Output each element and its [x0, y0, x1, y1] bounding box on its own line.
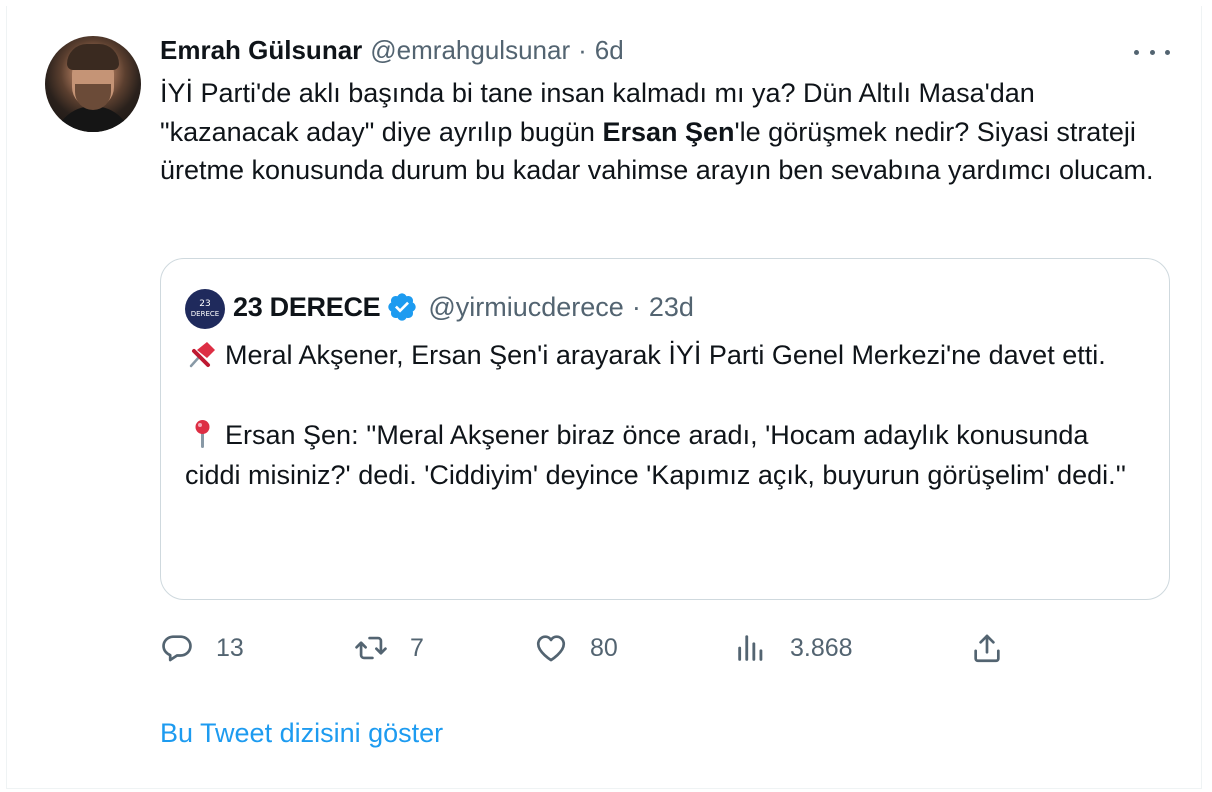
quote-header: 23 DERECE @yirmiucderece · 23d [233, 287, 694, 327]
quote-author-handle[interactable]: @yirmiucderece [428, 292, 623, 323]
avatar-hair [67, 44, 119, 70]
author-avatar[interactable] [45, 36, 141, 132]
quote-avatar-bottom: DERECE [190, 310, 220, 318]
reply-button[interactable]: 13 [160, 628, 244, 668]
quote-line-2: Ersan Şen: ''Meral Akşener biraz önce ar… [185, 420, 1126, 490]
quote-separator-dot: · [631, 291, 641, 322]
tweet-time[interactable]: 6d [595, 35, 624, 66]
avatar-beard [75, 84, 111, 110]
quote-author-name[interactable]: 23 DERECE [233, 292, 381, 323]
show-thread-link[interactable]: Bu Tweet dizisini göster [160, 718, 443, 749]
more-dot [1149, 49, 1155, 55]
pushpin-icon [189, 342, 215, 368]
tweet-header: Emrah Gülsunar @emrahgulsunar · 6d [160, 32, 624, 68]
share-icon [974, 634, 1000, 663]
quote-text: Meral Akşener, Ersan Şen'i arayarak İYİ … [185, 335, 1145, 495]
more-dot [1165, 49, 1170, 55]
share-button[interactable] [970, 628, 1004, 668]
verified-badge-icon [388, 293, 417, 321]
action-bar: 13 7 80 3.868 [160, 628, 1020, 668]
retweet-button[interactable]: 7 [354, 628, 424, 668]
reply-count: 13 [216, 633, 244, 662]
more-dot [1134, 49, 1139, 55]
quote-avatar[interactable]: 23 DERECE [185, 289, 225, 329]
round-pushpin-icon [195, 420, 210, 448]
quote-paragraph-2: Ersan Şen: ''Meral Akşener biraz önce ar… [185, 415, 1145, 495]
separator-dot: · [578, 34, 587, 65]
retweet-count: 7 [410, 633, 424, 662]
more-options-icon[interactable] [1134, 40, 1170, 64]
views-count: 3.868 [790, 633, 853, 662]
quote-blank-line [185, 375, 1145, 415]
author-handle[interactable]: @emrahgulsunar [370, 35, 570, 66]
quote-time[interactable]: 23d [649, 292, 694, 323]
quote-line-1: Meral Akşener, Ersan Şen'i arayarak İYİ … [225, 340, 1106, 370]
heart-icon [536, 635, 566, 662]
tweet-text-bold: Ersan Şen [602, 116, 735, 147]
quote-paragraph-1: Meral Akşener, Ersan Şen'i arayarak İYİ … [185, 335, 1145, 375]
views-chart-icon [738, 635, 763, 661]
author-name[interactable]: Emrah Gülsunar [160, 35, 362, 66]
views-button[interactable]: 3.868 [734, 628, 853, 668]
quoted-tweet[interactable]: 23 DERECE 23 DERECE @yirmiucderece · 23d… [160, 258, 1170, 600]
reply-icon [162, 635, 192, 662]
like-count: 80 [590, 633, 618, 662]
tweet-text: İYİ Parti'de aklı başında bi tane insan … [160, 74, 1170, 190]
like-button[interactable]: 80 [534, 628, 618, 668]
retweet-icon [355, 636, 387, 660]
quote-avatar-top: 23 [199, 299, 211, 309]
